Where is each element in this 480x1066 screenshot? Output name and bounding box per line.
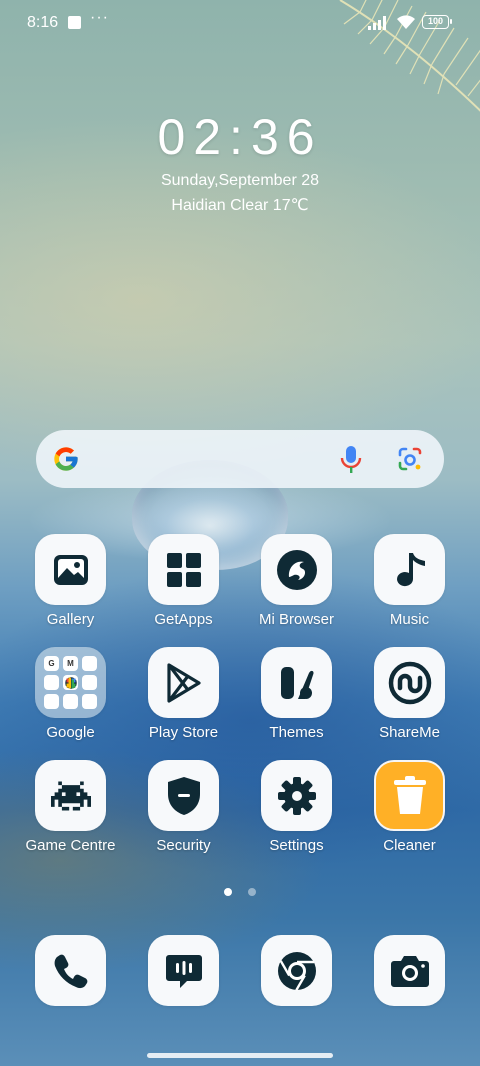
app-music[interactable]: Music <box>353 534 466 629</box>
trash-icon <box>393 775 426 814</box>
music-tile[interactable] <box>374 534 445 605</box>
getapps-icon <box>166 552 201 587</box>
gallery-icon <box>53 554 88 585</box>
signal-icon <box>368 16 386 30</box>
cleaner-tile[interactable] <box>374 760 445 831</box>
wifi-icon <box>397 15 415 29</box>
clock-widget[interactable]: 02:36 Sunday,September 28 Haidian Clear … <box>0 108 480 218</box>
app-label: Security <box>156 837 211 854</box>
music-note-icon <box>396 552 425 586</box>
app-label: GetApps <box>154 611 213 628</box>
app-getapps[interactable]: GetApps <box>127 534 240 629</box>
mini-files-icon <box>68 677 97 709</box>
mini-play-icon <box>64 675 97 690</box>
settings-tile[interactable] <box>261 760 332 831</box>
home-gesture-bar[interactable] <box>147 1053 333 1058</box>
clock-time: 02:36 <box>157 109 323 165</box>
app-game-centre[interactable]: Game Centre <box>14 760 127 855</box>
app-label: Mi Browser <box>258 611 334 628</box>
google-search-bar[interactable] <box>36 430 444 488</box>
messages-icon <box>165 954 202 988</box>
app-settings[interactable]: Settings <box>240 760 353 855</box>
chrome-icon <box>277 951 316 991</box>
dock-messages[interactable] <box>127 935 240 1006</box>
game-centre-tile[interactable] <box>35 760 106 831</box>
dock-camera[interactable] <box>353 935 466 1006</box>
play-store-icon <box>166 662 201 703</box>
clock-date: Sunday,September 28 <box>160 172 320 189</box>
mi-browser-tile[interactable] <box>261 534 332 605</box>
status-time: 8:16 <box>27 14 59 31</box>
app-label: Game Centre <box>25 837 116 854</box>
shareme-tile[interactable] <box>374 647 445 718</box>
more-notifications-icon: ··· <box>90 9 109 26</box>
mini-google-icon: G <box>44 656 59 671</box>
google-lens-icon[interactable] <box>396 445 424 473</box>
app-label: Themes <box>269 724 324 741</box>
camera-tile[interactable] <box>374 935 445 1006</box>
phone-tile[interactable] <box>35 935 106 1006</box>
themes-icon <box>280 666 314 699</box>
mini-gmail-icon: M <box>63 656 78 671</box>
mini-maps-icon <box>67 656 97 687</box>
app-label: Google <box>46 724 95 741</box>
app-label: ShareMe <box>379 724 440 741</box>
mini-assistant-icon <box>63 677 78 709</box>
notification-square-icon <box>68 16 81 29</box>
app-label: Music <box>389 611 430 628</box>
app-mi-browser[interactable]: Mi Browser <box>240 534 353 629</box>
app-security[interactable]: Security <box>127 760 240 855</box>
messages-tile[interactable] <box>148 935 219 1006</box>
chrome-tile[interactable] <box>261 935 332 1006</box>
mi-browser-icon <box>276 549 317 590</box>
mic-icon[interactable] <box>340 444 362 474</box>
app-label: Cleaner <box>383 837 436 854</box>
mini-youtube-icon <box>44 675 76 690</box>
battery-indicator: 100 <box>422 15 452 29</box>
app-gallery[interactable]: Gallery <box>14 534 127 629</box>
home-screen: 8:16 ··· 100 02:36 Sunday,September 28 H… <box>0 0 480 1066</box>
game-invader-icon <box>50 780 91 811</box>
app-label: Play Store <box>148 724 219 741</box>
dock-chrome[interactable] <box>240 935 353 1006</box>
page-indicator[interactable] <box>0 883 480 896</box>
page-dot-active[interactable] <box>223 888 232 896</box>
gallery-tile[interactable] <box>35 534 106 605</box>
google-g-icon <box>54 447 78 471</box>
clock-weather: Haidian Clear 17℃ <box>171 197 309 214</box>
shareme-icon <box>388 661 431 704</box>
app-label: Settings <box>269 837 324 854</box>
mini-photos-icon <box>44 678 75 709</box>
folder-tile[interactable]: G M <box>35 647 106 718</box>
themes-tile[interactable] <box>261 647 332 718</box>
page-dot[interactable] <box>248 888 257 896</box>
app-shareme[interactable]: ShareMe <box>353 647 466 742</box>
app-google-folder[interactable]: G M Google <box>14 647 127 742</box>
status-bar[interactable]: 8:16 ··· 100 <box>0 0 480 46</box>
gear-icon <box>277 776 316 815</box>
app-label: Gallery <box>46 611 95 628</box>
app-themes[interactable]: Themes <box>240 647 353 742</box>
phone-icon <box>54 954 87 988</box>
app-play-store[interactable]: Play Store <box>127 647 240 742</box>
dock-phone[interactable] <box>14 935 127 1006</box>
shield-icon <box>167 776 200 815</box>
app-cleaner[interactable]: Cleaner <box>353 760 466 855</box>
security-tile[interactable] <box>148 760 219 831</box>
play-store-tile[interactable] <box>148 647 219 718</box>
camera-icon <box>390 955 429 987</box>
folder-icon: G M <box>44 656 97 709</box>
getapps-tile[interactable] <box>148 534 219 605</box>
